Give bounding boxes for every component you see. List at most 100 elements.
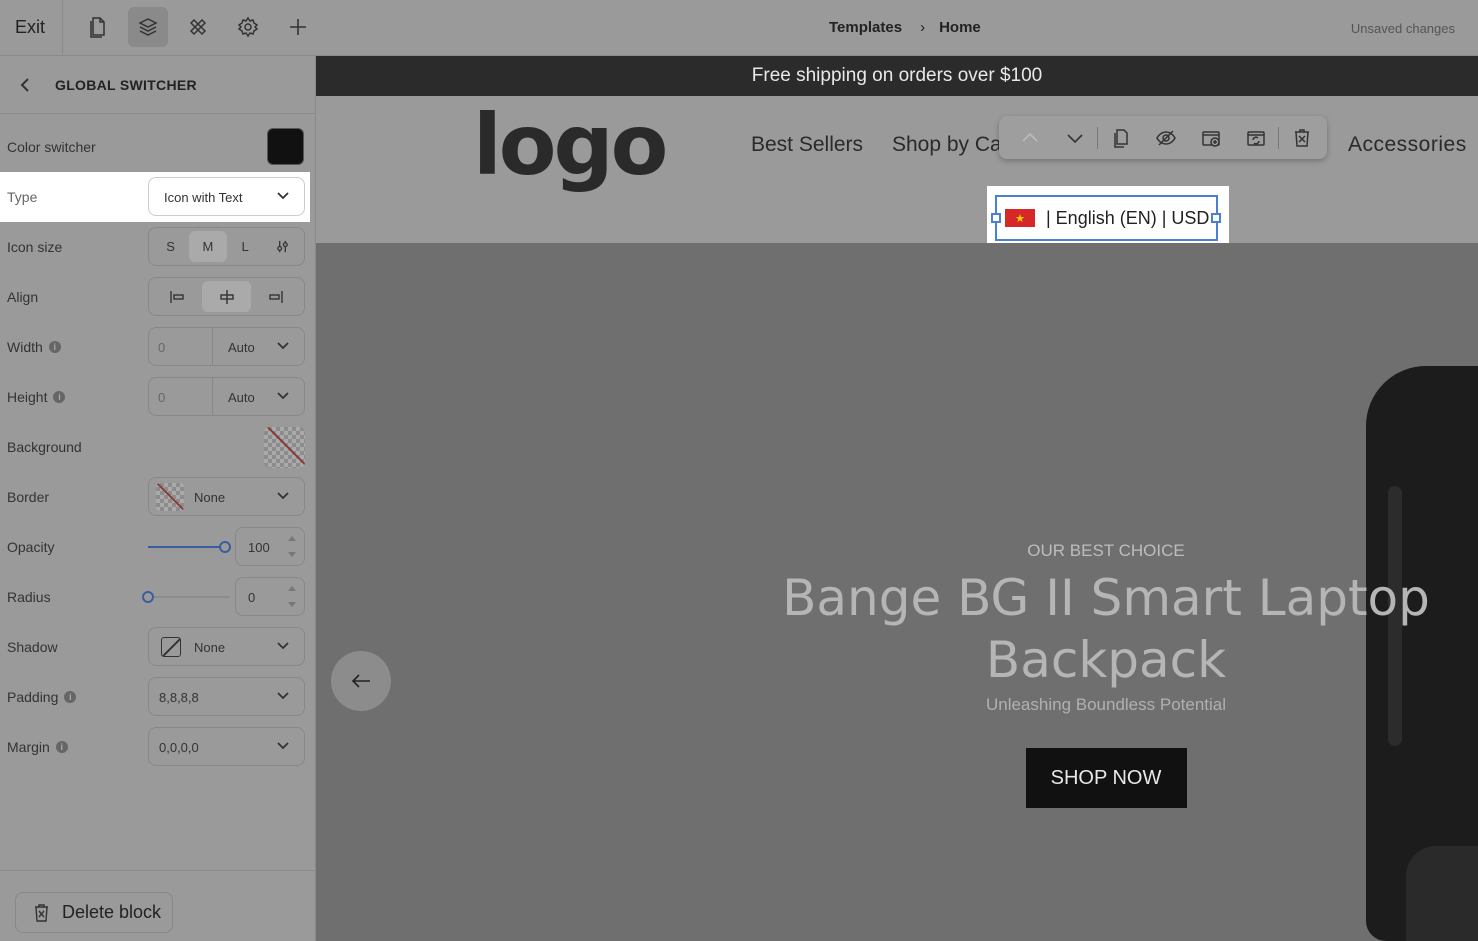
components-icon[interactable] bbox=[178, 7, 218, 47]
decrement-icon[interactable] bbox=[288, 552, 296, 557]
replace-icon[interactable] bbox=[1233, 116, 1278, 159]
margin-select[interactable]: 0,0,0,0 bbox=[148, 727, 305, 766]
nav-accessories[interactable]: Accessories bbox=[1348, 133, 1467, 157]
store-logo[interactable]: logo bbox=[473, 96, 668, 194]
radius-slider[interactable] bbox=[142, 591, 230, 603]
nav-shop-by-category[interactable]: Shop by Ca bbox=[892, 133, 1002, 157]
icon-size-label: Icon size bbox=[7, 239, 63, 255]
delete-block-button[interactable]: Delete block bbox=[15, 892, 173, 933]
shop-now-button[interactable]: SHOP NOW bbox=[1025, 748, 1187, 808]
border-select[interactable]: None bbox=[148, 477, 305, 516]
opacity-label: Opacity bbox=[7, 539, 55, 555]
margin-value: 0,0,0,0 bbox=[159, 740, 199, 755]
padding-value: 8,8,8,8 bbox=[159, 690, 199, 705]
info-icon[interactable]: i bbox=[64, 691, 77, 703]
radius-label: Radius bbox=[7, 589, 51, 605]
padding-label: Padding bbox=[7, 689, 59, 705]
border-value: None bbox=[194, 490, 226, 505]
hero-tagline: Unleashing Boundless Potential bbox=[985, 695, 1227, 714]
switcher-text[interactable]: | English (EN) | USD bbox=[1046, 208, 1209, 229]
align-center-icon[interactable] bbox=[201, 281, 252, 312]
nav-best-sellers[interactable]: Best Sellers bbox=[751, 133, 863, 157]
page-icon[interactable] bbox=[78, 7, 118, 47]
breadcrumb: Templates › Home bbox=[829, 19, 981, 36]
trash-icon bbox=[35, 903, 48, 922]
move-down-icon[interactable] bbox=[1052, 116, 1097, 159]
panel-title: GLOBAL SWITCHER bbox=[55, 77, 197, 93]
opacity-row: Opacity 100 bbox=[0, 522, 316, 572]
back-icon[interactable] bbox=[17, 76, 33, 94]
border-row: Border None bbox=[0, 472, 316, 522]
info-icon[interactable]: i bbox=[53, 391, 66, 403]
arrow-left-icon bbox=[351, 674, 370, 688]
hero-content: OUR BEST CHOICE Bange BG II Smart Laptop… bbox=[736, 541, 1476, 808]
height-control: 0 Auto bbox=[148, 377, 305, 416]
slider-prev-button[interactable] bbox=[331, 651, 391, 711]
opacity-slider[interactable] bbox=[148, 541, 231, 553]
save-status: Unsaved changes bbox=[1350, 21, 1455, 36]
width-unit-select[interactable]: Auto bbox=[213, 328, 304, 365]
slider-handle[interactable] bbox=[142, 591, 154, 603]
top-bar: Exit Templates › Home Unsaved changes bbox=[0, 0, 1478, 56]
align-row: Align bbox=[0, 272, 316, 322]
icon-size-l[interactable]: L bbox=[227, 231, 264, 262]
move-up-icon[interactable] bbox=[1007, 116, 1052, 159]
add-icon[interactable] bbox=[278, 7, 318, 47]
duplicate-icon[interactable] bbox=[1098, 116, 1143, 159]
slider-handle[interactable] bbox=[219, 541, 231, 553]
chevron-down-icon bbox=[277, 342, 289, 350]
padding-select[interactable]: 8,8,8,8 bbox=[148, 677, 305, 716]
preview-canvas: Free shipping on orders over $100 logo B… bbox=[316, 56, 1478, 941]
hide-icon[interactable] bbox=[1143, 116, 1188, 159]
height-input[interactable]: 0 bbox=[149, 378, 213, 415]
increment-icon[interactable] bbox=[288, 586, 296, 591]
increment-icon[interactable] bbox=[288, 536, 296, 541]
breadcrumb-home: Home bbox=[939, 19, 981, 36]
delete-icon[interactable] bbox=[1279, 116, 1324, 159]
width-row: Width i 0 Auto bbox=[0, 322, 316, 372]
align-right-icon[interactable] bbox=[251, 281, 301, 312]
shadow-value: None bbox=[194, 640, 226, 655]
no-shadow-icon bbox=[161, 637, 181, 657]
announcement-bar[interactable]: Free shipping on orders over $100 bbox=[316, 56, 1478, 96]
divider bbox=[62, 0, 63, 56]
info-icon[interactable]: i bbox=[48, 341, 61, 353]
type-value: Icon with Text bbox=[164, 190, 243, 205]
icon-size-s[interactable]: S bbox=[152, 231, 189, 262]
shadow-label: Shadow bbox=[7, 639, 58, 655]
resize-handle-left[interactable] bbox=[991, 213, 1001, 223]
background-swatch[interactable] bbox=[264, 427, 305, 468]
info-icon[interactable]: i bbox=[55, 741, 68, 753]
add-block-icon[interactable] bbox=[1188, 116, 1233, 159]
shadow-select[interactable]: None bbox=[148, 627, 305, 666]
settings-icon[interactable] bbox=[228, 7, 268, 47]
align-left-icon[interactable] bbox=[152, 281, 202, 312]
custom-size-icon[interactable] bbox=[264, 231, 301, 262]
shadow-row: Shadow None bbox=[0, 622, 316, 672]
block-toolbar bbox=[999, 116, 1327, 159]
color-switcher-label: Color switcher bbox=[7, 139, 96, 155]
type-select[interactable]: Icon with Text bbox=[148, 177, 305, 216]
icon-size-m[interactable]: M bbox=[189, 231, 227, 262]
panel-header: GLOBAL SWITCHER bbox=[0, 56, 316, 114]
height-unit-select[interactable]: Auto bbox=[213, 378, 304, 415]
opacity-input[interactable]: 100 bbox=[235, 527, 305, 566]
type-label: Type bbox=[7, 189, 38, 205]
global-switcher-block[interactable]: ★ | English (EN) | USD bbox=[987, 186, 1229, 243]
breadcrumb-templates[interactable]: Templates bbox=[829, 19, 902, 36]
decrement-icon[interactable] bbox=[288, 602, 296, 607]
width-input[interactable]: 0 bbox=[149, 328, 213, 365]
hero-title-line1: Bange BG II Smart Laptop bbox=[782, 569, 1430, 627]
background-row: Background bbox=[0, 422, 316, 472]
layers-icon[interactable] bbox=[128, 7, 168, 47]
vietnam-flag-icon: ★ bbox=[1005, 209, 1035, 227]
type-row: Type Icon with Text bbox=[0, 172, 310, 222]
exit-button[interactable]: Exit bbox=[15, 17, 45, 38]
chevron-down-icon bbox=[277, 192, 289, 200]
color-swatch[interactable] bbox=[267, 128, 304, 165]
delete-block-label: Delete block bbox=[62, 902, 162, 922]
radius-input[interactable]: 0 bbox=[235, 577, 305, 616]
resize-handle-right[interactable] bbox=[1211, 213, 1221, 223]
chevron-down-icon bbox=[277, 492, 289, 500]
settings-panel: GLOBAL SWITCHER Color switcher Type Icon… bbox=[0, 56, 316, 941]
